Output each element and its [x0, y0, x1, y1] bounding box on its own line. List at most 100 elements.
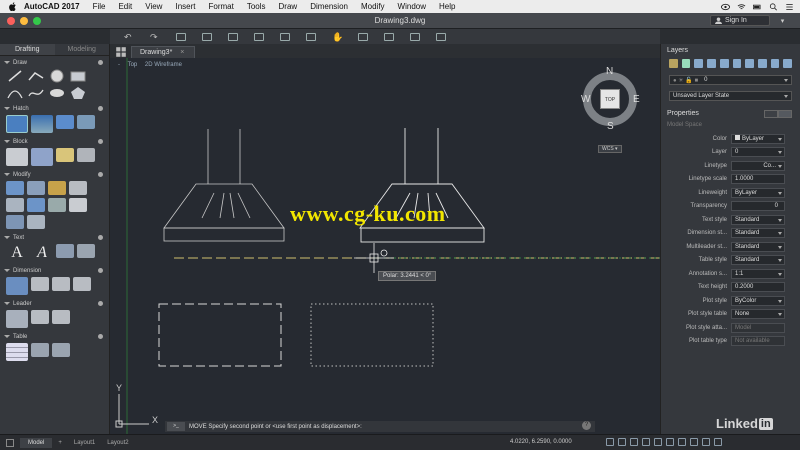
compass-south[interactable]: S [607, 121, 614, 132]
orbit-icon[interactable] [384, 32, 394, 41]
tab-drawing3[interactable]: Drawing3* × [131, 46, 196, 58]
gear-icon[interactable] [98, 172, 103, 177]
layer-new-icon[interactable] [681, 59, 691, 68]
prop-tablestyle-value[interactable]: Standard [731, 255, 785, 266]
attribute-icon[interactable] [77, 148, 95, 162]
print-icon[interactable] [176, 32, 186, 41]
close-icon[interactable]: × [180, 47, 184, 58]
prop-lineweight-value[interactable]: ByLayer [731, 187, 785, 198]
aligned-dim-icon[interactable] [52, 277, 70, 291]
grid-toggle-icon[interactable] [6, 438, 14, 447]
gear-icon[interactable] [98, 60, 103, 65]
menu-format[interactable]: Format [208, 2, 233, 11]
command-prompt-icon[interactable]: >_ [167, 422, 185, 431]
polar-icon[interactable] [642, 438, 650, 446]
tab-layout2[interactable]: Layout2 [101, 440, 134, 446]
render-icon[interactable] [436, 32, 446, 41]
align-leader-icon[interactable] [52, 310, 70, 324]
otrack-icon[interactable] [666, 438, 674, 446]
array-icon[interactable] [6, 215, 24, 229]
layer-walk-icon[interactable] [745, 59, 754, 68]
layer-lock-icon[interactable] [719, 59, 729, 68]
publish-icon[interactable] [202, 32, 212, 41]
wifi-icon[interactable] [737, 3, 746, 11]
gear-icon[interactable] [98, 235, 103, 240]
angular-dim-icon[interactable] [73, 277, 91, 291]
gear-icon[interactable] [98, 334, 103, 339]
dotted-rectangle[interactable] [310, 303, 434, 367]
add-layout-icon[interactable]: + [52, 440, 68, 446]
stretch-icon[interactable] [48, 181, 66, 195]
section-block[interactable]: Block [0, 137, 109, 146]
range-hood-original[interactable] [163, 129, 285, 242]
dashed-rectangle[interactable] [158, 303, 282, 367]
add-leader-icon[interactable] [31, 310, 49, 324]
command-line[interactable]: >_ MOVE Specify second point or <use fir… [165, 421, 595, 432]
menu-insert[interactable]: Insert [175, 2, 195, 11]
layer-dropdown[interactable]: ● ☀ 🔓 ■ 0 [669, 75, 792, 85]
menu-edit[interactable]: Edit [118, 2, 132, 11]
section-leader[interactable]: Leader [0, 299, 109, 308]
tab-model[interactable]: Model [20, 437, 53, 448]
layer-iso-icon[interactable] [732, 59, 742, 68]
multileader-icon[interactable] [6, 310, 28, 328]
dimension-icon[interactable] [6, 277, 28, 295]
extract-data-icon[interactable] [52, 343, 70, 357]
mirror-icon[interactable] [6, 198, 24, 212]
menu-window[interactable]: Window [398, 2, 426, 11]
layer-prev-icon[interactable] [783, 59, 793, 68]
layer-match-icon[interactable] [770, 59, 780, 68]
sign-in-button[interactable]: Sign In [710, 15, 770, 26]
prop-annoscale-value[interactable]: 1:1 [731, 268, 785, 279]
table-icon[interactable] [6, 343, 28, 361]
text-style-icon[interactable]: A [31, 244, 53, 262]
toggle-left[interactable] [764, 109, 778, 118]
prop-plotstyle-value[interactable]: ByColor [731, 295, 785, 306]
linear-dim-icon[interactable] [31, 277, 49, 291]
tab-drafting[interactable]: Drafting [0, 44, 55, 55]
section-modify[interactable]: Modify [0, 170, 109, 179]
prop-linetype-value[interactable]: Co... [731, 160, 785, 171]
list-icon[interactable] [785, 3, 794, 11]
customize-icon[interactable] [714, 438, 722, 446]
open-icon[interactable] [280, 32, 290, 41]
prop-mleaderstyle-value[interactable]: Standard [731, 241, 785, 252]
lineweight-icon[interactable] [678, 438, 686, 446]
section-hatch[interactable]: Hatch [0, 104, 109, 113]
prop-plotstyletable-value[interactable]: None [731, 309, 785, 320]
menu-tools[interactable]: Tools [247, 2, 266, 11]
chevron-down-icon[interactable]: ▾ [777, 15, 788, 26]
scale-icon[interactable] [27, 198, 45, 212]
mtext-icon[interactable]: A [6, 244, 28, 262]
window-icon[interactable] [410, 32, 420, 41]
gear-icon[interactable] [98, 301, 103, 306]
menu-help[interactable]: Help [439, 2, 455, 11]
toggle-right[interactable] [778, 109, 792, 118]
compass-north[interactable]: N [606, 66, 613, 77]
move-icon[interactable] [6, 181, 24, 195]
layer-freeze-icon[interactable] [707, 59, 716, 68]
apple-icon[interactable] [8, 2, 18, 11]
polygon-icon[interactable] [69, 86, 87, 100]
viewcube-top-face[interactable]: TOP [600, 89, 620, 109]
copy-icon[interactable] [27, 181, 45, 195]
menu-draw[interactable]: Draw [279, 2, 298, 11]
layer-props-icon[interactable] [669, 59, 678, 68]
section-dimension[interactable]: Dimension [0, 266, 109, 275]
save-icon[interactable] [306, 32, 316, 41]
spline-icon[interactable] [27, 86, 45, 100]
ortho-icon[interactable] [630, 438, 638, 446]
layer-off-icon[interactable] [694, 59, 704, 68]
tab-modeling[interactable]: Modeling [55, 44, 110, 55]
gear-icon[interactable] [98, 139, 103, 144]
prop-textheight-value[interactable]: 0.2000 [731, 282, 785, 293]
zoom-window-button[interactable] [33, 16, 41, 25]
osnap-icon[interactable] [654, 438, 662, 446]
section-text[interactable]: Text [0, 233, 109, 242]
prop-textstyle-value[interactable]: Standard [731, 214, 785, 225]
prop-dimstyle-value[interactable]: Standard [731, 228, 785, 239]
close-window-button[interactable] [7, 16, 15, 25]
plot-icon[interactable] [228, 32, 238, 41]
battery-icon[interactable] [753, 3, 762, 11]
menu-file[interactable]: File [93, 2, 106, 11]
